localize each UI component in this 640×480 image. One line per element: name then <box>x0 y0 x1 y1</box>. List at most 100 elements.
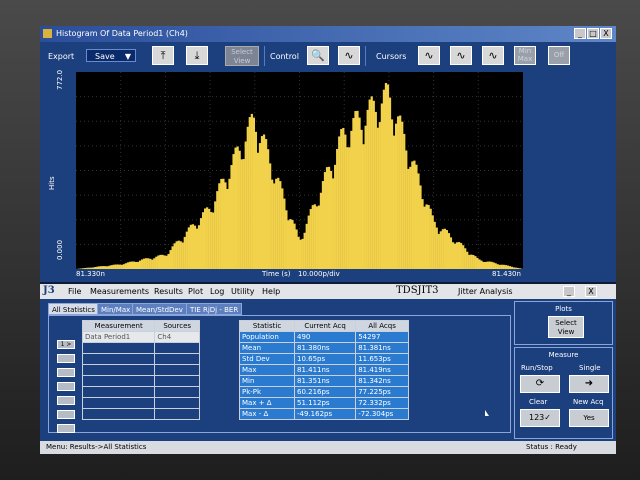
new-acq-yes-button[interactable]: Yes <box>569 409 609 427</box>
tab-tie-rjdj-ber[interactable]: TIE RjDj - BER <box>186 303 243 315</box>
select-view-plot-button[interactable]: Select View <box>548 316 584 338</box>
histogram-bar <box>210 212 213 269</box>
histogram-bar <box>449 237 453 269</box>
menu-log[interactable]: Log <box>210 287 224 296</box>
histogram-bar <box>372 100 375 269</box>
menu-file[interactable]: File <box>68 287 81 296</box>
save-label: Save <box>95 52 115 61</box>
stat-name: Std Dev <box>239 353 295 365</box>
dropdown-arrow-icon: ▼ <box>124 52 131 61</box>
zoom-icon[interactable]: 🔍 <box>307 46 329 65</box>
histogram-bar <box>399 115 402 269</box>
histogram-bar <box>374 111 377 269</box>
minimize-button[interactable]: _ <box>574 28 586 39</box>
measurement-cell <box>81 364 156 376</box>
histogram-bar <box>141 259 144 269</box>
menu-results[interactable]: Results <box>154 287 183 296</box>
close-button[interactable]: X <box>600 28 612 39</box>
menu-help[interactable]: Help <box>262 287 280 296</box>
table-row[interactable] <box>81 397 200 409</box>
histogram-bar <box>92 267 95 269</box>
histogram-bar <box>177 240 180 269</box>
histogram-bar <box>149 258 152 269</box>
histogram-bar <box>197 225 201 269</box>
row-select-button[interactable] <box>57 410 75 419</box>
histogram-bar <box>214 201 217 269</box>
histogram-bar <box>126 262 130 269</box>
histogram-bar <box>153 258 156 269</box>
table-row[interactable]: Data Period1 Ch4 <box>81 331 200 343</box>
histogram-bar <box>252 117 255 269</box>
histogram-bar <box>411 161 414 269</box>
x-axis-label: Time (s) <box>262 270 291 278</box>
app-close-button[interactable]: X <box>585 286 597 297</box>
histogram-bar <box>232 154 235 269</box>
row-select-button[interactable] <box>57 424 75 433</box>
table-row[interactable] <box>81 386 200 398</box>
min-max-button[interactable]: Min Max <box>514 46 536 65</box>
table-row[interactable] <box>81 342 200 354</box>
measurement-cell: Data Period1 <box>81 331 156 343</box>
histogram-bar <box>492 262 495 269</box>
tab-min-max[interactable]: Min/Max <box>97 303 135 315</box>
source-cell <box>154 364 200 376</box>
measurement-cell <box>81 342 156 354</box>
histogram-bar <box>486 261 489 269</box>
cursor-wave-1-icon[interactable]: ∿ <box>418 46 440 65</box>
source-cell <box>154 353 200 365</box>
single-button[interactable]: ➜ <box>569 375 609 393</box>
stat-all: 81.419ns <box>355 364 409 376</box>
run-stop-label: Run/Stop <box>521 364 553 372</box>
histogram-bar <box>171 246 174 269</box>
plots-box: Plots Select View <box>514 301 613 345</box>
toolbar-divider <box>365 46 366 66</box>
table-row[interactable] <box>81 408 200 420</box>
row-select-button[interactable]: 1 > <box>57 340 75 349</box>
histogram-bar <box>218 183 221 269</box>
save-dropdown[interactable]: Save ▼ <box>86 49 136 62</box>
cursor-wave-2-icon[interactable]: ∿ <box>450 46 472 65</box>
waveform-icon[interactable]: ∿ <box>338 46 360 65</box>
histogram-bar <box>472 254 475 269</box>
select-view-button[interactable]: Select View <box>225 46 259 66</box>
maximize-button[interactable]: □ <box>587 28 599 39</box>
menu-plot[interactable]: Plot <box>188 287 203 296</box>
menu-utility[interactable]: Utility <box>231 287 255 296</box>
off-button[interactable]: Off <box>548 46 570 65</box>
histogram-bar <box>199 218 203 269</box>
table-row: Max 81.411ns 81.419ns <box>239 364 409 376</box>
histogram-plot[interactable] <box>76 72 523 269</box>
tab-all-statistics[interactable]: All Statistics <box>48 303 99 315</box>
new-acq-label: New Acq <box>573 398 604 406</box>
histogram-bar <box>376 127 379 269</box>
row-select-button[interactable] <box>57 396 75 405</box>
tab-mean-stddev[interactable]: Mean/StdDev <box>132 303 187 315</box>
histogram-bar <box>173 243 176 269</box>
histogram-bar <box>390 119 394 269</box>
row-select-button[interactable] <box>57 368 75 377</box>
export-down-icon[interactable]: ⤓ <box>186 46 208 65</box>
source-cell <box>154 375 200 387</box>
cursor-wave-3-icon[interactable]: ∿ <box>482 46 504 65</box>
table-row[interactable] <box>81 364 200 376</box>
y-min-label: 0.000 <box>56 239 64 260</box>
table-row: Mean 81.380ns 81.381ns <box>239 342 409 354</box>
table-row[interactable] <box>81 353 200 365</box>
row-select-button[interactable] <box>57 354 75 363</box>
histogram-bar <box>358 117 361 269</box>
clear-button[interactable]: 123✓ <box>520 409 560 427</box>
sources-header: Sources <box>154 320 200 332</box>
plot-toolbar: Export Save ▼ ⤒ ⤓ Select View Control 🔍 … <box>40 42 616 70</box>
run-stop-button[interactable]: ⟳ <box>520 375 560 393</box>
export-label: Export <box>48 52 75 61</box>
x-min-label: 81.330n <box>76 270 105 278</box>
row-select-button[interactable] <box>57 382 75 391</box>
histogram-bar <box>163 255 166 269</box>
histogram-bar <box>189 224 193 269</box>
export-up-icon[interactable]: ⤒ <box>152 46 174 65</box>
table-row[interactable] <box>81 375 200 387</box>
app-minimize-button[interactable]: _ <box>563 286 575 297</box>
menu-measurements[interactable]: Measurements <box>90 287 149 296</box>
histogram-bar <box>329 170 333 269</box>
source-cell <box>154 397 200 409</box>
